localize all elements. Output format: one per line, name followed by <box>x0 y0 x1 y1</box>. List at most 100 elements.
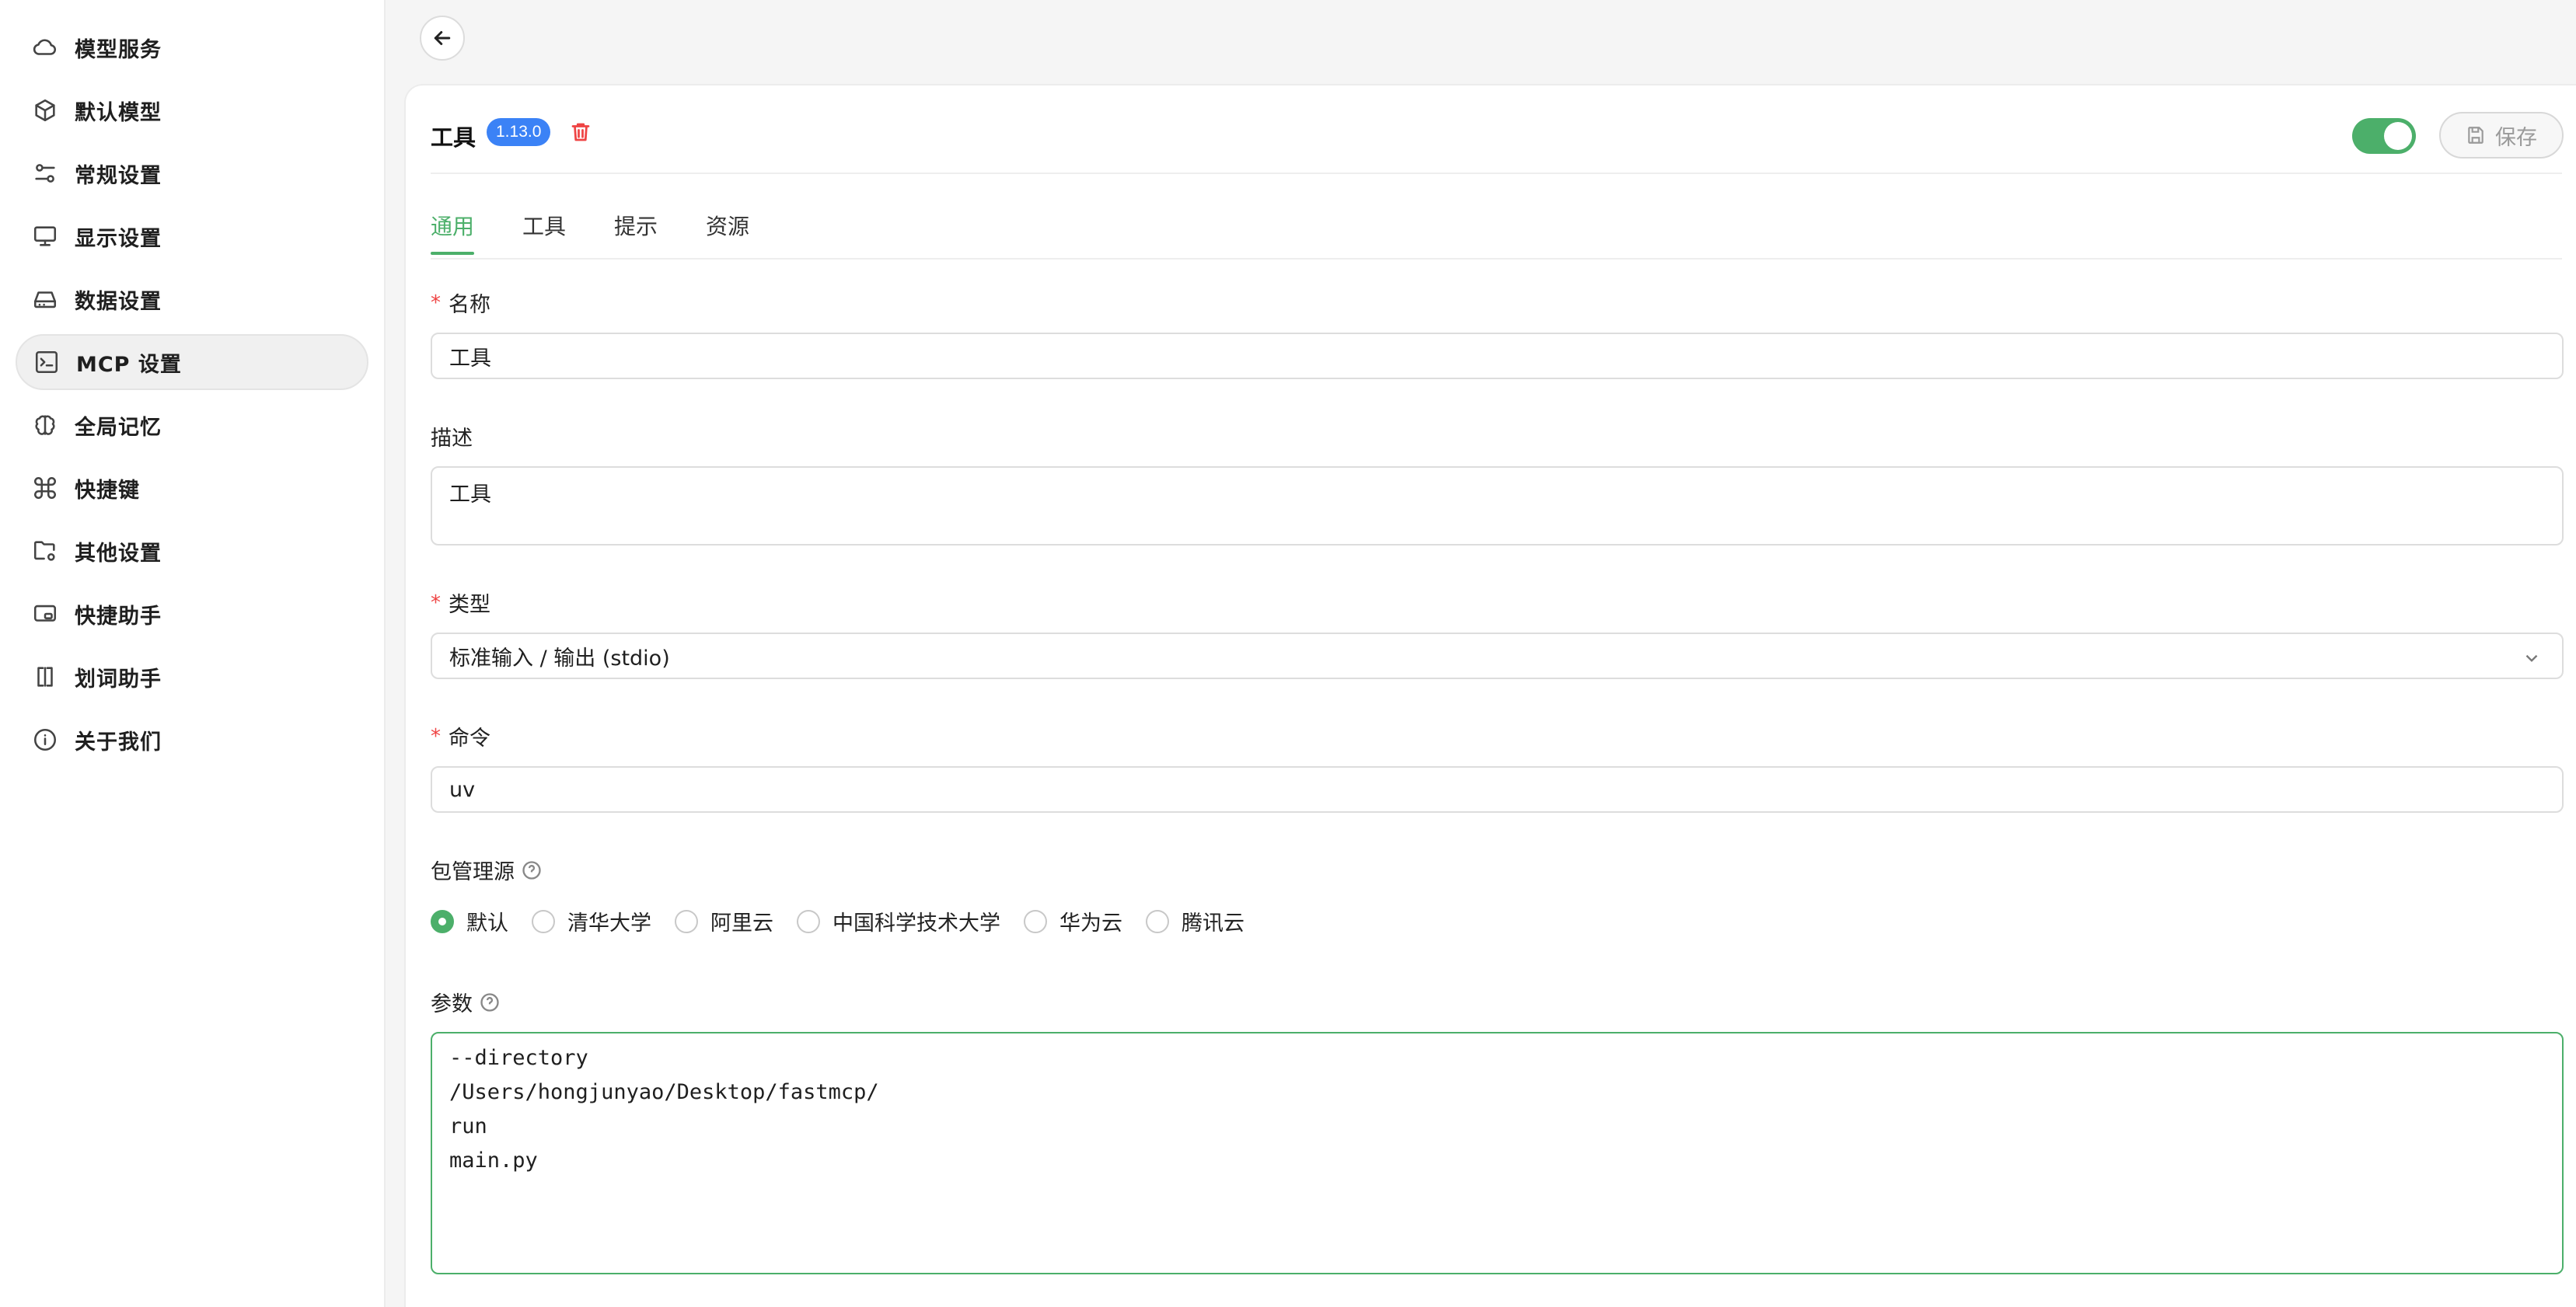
trash-icon <box>571 123 590 141</box>
save-icon <box>2468 127 2484 144</box>
sidebar-item-label: 模型服务 <box>75 37 162 62</box>
save-button-label: 保存 <box>2495 125 2537 150</box>
sidebar-item-label: 全局记忆 <box>75 415 162 440</box>
app-window: 模型服务 默认模型 常规设置 显示设置 数据设置 MCP 设置 全局记忆 快捷键… <box>0 0 2576 1307</box>
args-label: 参数 <box>431 987 501 1017</box>
required-marker: * <box>431 291 441 315</box>
tab-general[interactable]: 通用 <box>431 210 475 255</box>
cloud-icon <box>31 33 59 61</box>
delete-button[interactable] <box>569 120 594 146</box>
args-line: run <box>449 1114 487 1138</box>
radio-button[interactable] <box>1024 909 1047 933</box>
sidebar-item-label: 划词助手 <box>75 667 162 692</box>
cube-icon <box>31 96 59 124</box>
settings-sliders-icon <box>31 159 59 187</box>
sidebar-item-mcp-settings[interactable]: MCP 设置 <box>16 334 368 390</box>
sidebar-item-label: 关于我们 <box>75 730 162 755</box>
sidebar-item-default-model[interactable]: 默认模型 <box>16 82 368 138</box>
registry-option-ustc[interactable]: 中国科学技术大学 <box>797 906 1000 936</box>
registry-option-huawei[interactable]: 华为云 <box>1024 906 1122 936</box>
settings-sidebar: 模型服务 默认模型 常规设置 显示设置 数据设置 MCP 设置 全局记忆 快捷键… <box>0 0 386 1307</box>
sidebar-item-label: 数据设置 <box>75 289 162 314</box>
sidebar-item-selection-assistant[interactable]: 划词助手 <box>16 649 368 705</box>
sidebar-item-label: 快捷键 <box>75 478 140 503</box>
brain-icon <box>31 411 59 439</box>
registry-label-text: 包管理源 <box>431 860 515 884</box>
name-input-value: 工具 <box>449 346 491 371</box>
sidebar-item-model-service[interactable]: 模型服务 <box>16 19 368 75</box>
help-circle-icon[interactable] <box>521 859 543 881</box>
arrow-left-icon <box>434 31 451 45</box>
radio-button[interactable] <box>431 909 454 933</box>
radio-label: 腾讯云 <box>1182 911 1244 936</box>
folder-cog-icon <box>31 537 59 565</box>
sidebar-item-about[interactable]: 关于我们 <box>16 712 368 768</box>
radio-label: 清华大学 <box>567 911 651 936</box>
header-divider <box>431 173 2562 174</box>
type-label: * 类型 <box>431 587 490 618</box>
radio-button[interactable] <box>532 909 555 933</box>
server-title: 工具 <box>431 124 476 151</box>
args-textarea[interactable]: --directory /Users/hongjunyao/Desktop/fa… <box>431 1032 2564 1274</box>
sidebar-item-global-memory[interactable]: 全局记忆 <box>16 397 368 453</box>
sidebar-item-label: 默认模型 <box>75 100 162 125</box>
required-marker: * <box>431 724 441 748</box>
hard-drive-icon <box>31 285 59 313</box>
sidebar-item-general-settings[interactable]: 常规设置 <box>16 145 368 201</box>
registry-label: 包管理源 <box>431 855 543 885</box>
sidebar-item-label: MCP 设置 <box>76 352 182 377</box>
tabs-divider <box>431 258 2562 260</box>
description-value: 工具 <box>449 483 491 507</box>
sidebar-item-shortcuts[interactable]: 快捷键 <box>16 460 368 516</box>
window-icon <box>31 600 59 628</box>
type-select-value: 标准输入 / 输出 (stdio) <box>449 646 670 671</box>
radio-button[interactable] <box>797 909 820 933</box>
tab-resources[interactable]: 资源 <box>706 210 749 255</box>
radio-button[interactable] <box>1146 909 1169 933</box>
back-button[interactable] <box>420 16 465 61</box>
description-textarea[interactable]: 工具 <box>431 466 2564 545</box>
monitor-icon <box>31 222 59 250</box>
required-marker: * <box>431 591 441 615</box>
args-line: --directory <box>449 1046 588 1070</box>
sidebar-item-data-settings[interactable]: 数据设置 <box>16 271 368 327</box>
version-badge: 1.13.0 <box>487 118 551 146</box>
help-circle-icon[interactable] <box>479 992 501 1013</box>
args-line: main.py <box>449 1148 538 1173</box>
sidebar-item-label: 显示设置 <box>75 226 162 251</box>
name-label-text: 名称 <box>449 293 490 317</box>
registry-option-aliyun[interactable]: 阿里云 <box>675 906 773 936</box>
tab-prompts[interactable]: 提示 <box>614 210 658 255</box>
radio-label: 阿里云 <box>710 911 773 936</box>
radio-button[interactable] <box>675 909 698 933</box>
registry-option-default[interactable]: 默认 <box>431 906 508 936</box>
sidebar-item-quick-assistant[interactable]: 快捷助手 <box>16 586 368 642</box>
toggle-knob <box>2384 122 2412 150</box>
info-icon <box>31 726 59 754</box>
mcp-server-editor: 工具 1.13.0 保存 通用 工具 提示 资源 * 名称 工具 描述 工具 *… <box>404 84 2576 1307</box>
radio-label: 华为云 <box>1059 911 1122 936</box>
command-label: * 命令 <box>431 721 490 751</box>
command-input-value: uv <box>449 777 476 802</box>
type-label-text: 类型 <box>449 593 490 617</box>
name-label: * 名称 <box>431 288 490 318</box>
command-icon <box>31 474 59 502</box>
radio-label: 默认 <box>466 911 508 936</box>
command-label-text: 命令 <box>449 727 490 751</box>
sidebar-item-other-settings[interactable]: 其他设置 <box>16 523 368 579</box>
registry-option-tsinghua[interactable]: 清华大学 <box>532 906 651 936</box>
text-cursor-icon <box>31 663 59 691</box>
registry-option-tencent[interactable]: 腾讯云 <box>1146 906 1244 936</box>
command-input[interactable]: uv <box>431 766 2564 813</box>
radio-label: 中国科学技术大学 <box>832 911 1000 936</box>
description-label-text: 描述 <box>431 427 473 451</box>
type-select[interactable]: 标准输入 / 输出 (stdio) <box>431 633 2564 679</box>
save-button[interactable]: 保存 <box>2439 112 2564 159</box>
name-input[interactable]: 工具 <box>431 333 2564 379</box>
description-label: 描述 <box>431 421 473 451</box>
enable-toggle[interactable] <box>2352 118 2416 154</box>
sidebar-item-display-settings[interactable]: 显示设置 <box>16 208 368 264</box>
args-label-text: 参数 <box>431 992 473 1016</box>
tab-tools[interactable]: 工具 <box>522 210 566 255</box>
tab-bar: 通用 工具 提示 资源 <box>431 210 798 255</box>
